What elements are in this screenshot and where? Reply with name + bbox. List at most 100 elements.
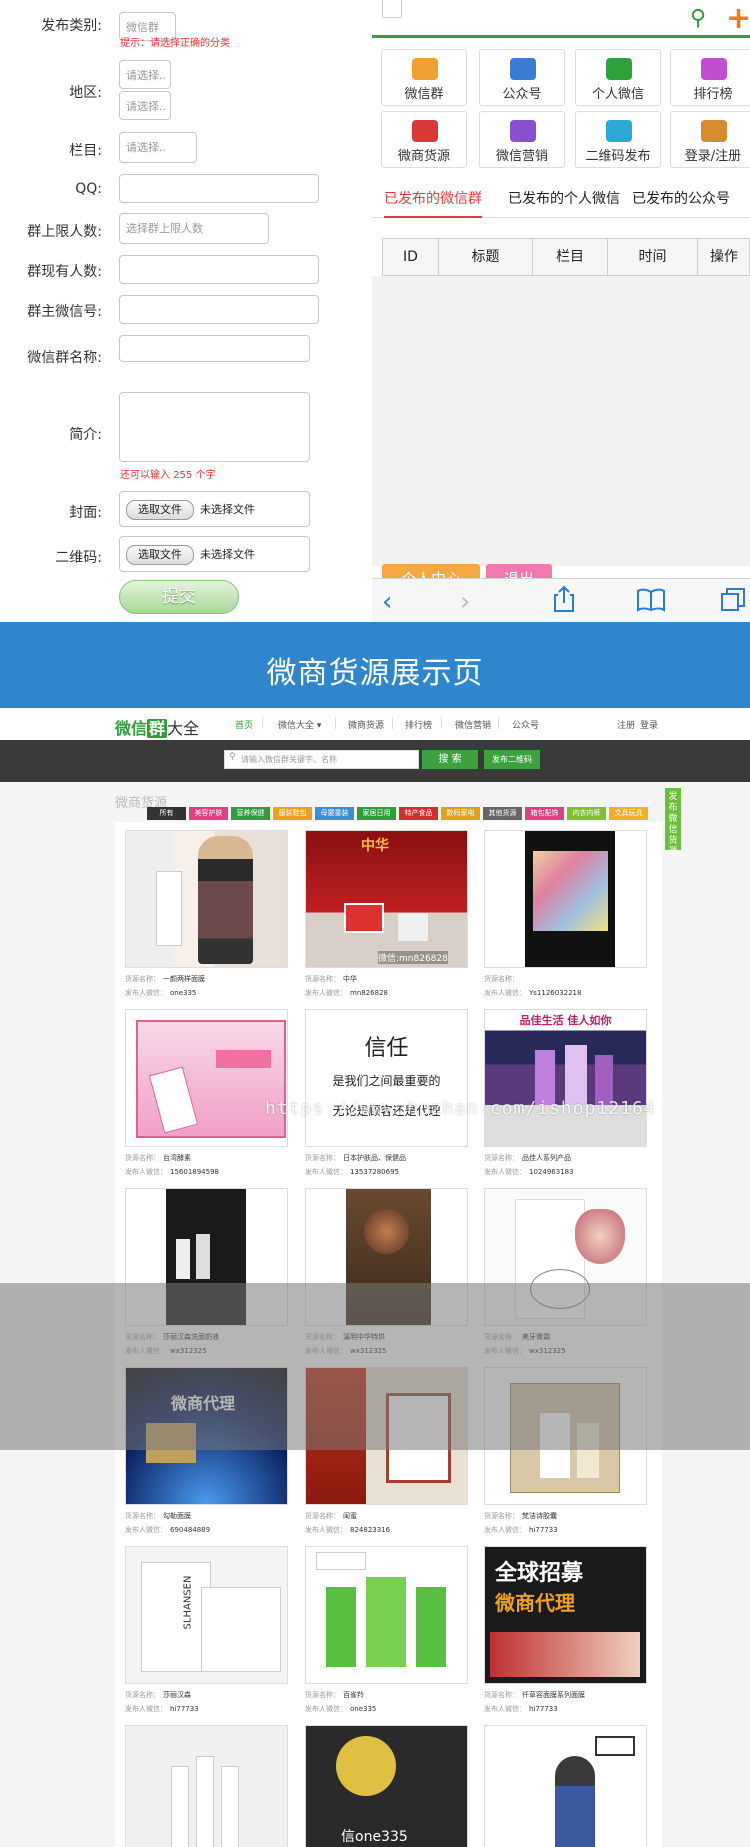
owner-wechat-input[interactable] [119, 295, 319, 324]
published-tabs: 已发布的微信群 已发布的个人微信 已发布的公众号 [372, 180, 750, 218]
site-search-input[interactable]: 请输入微信群关键字、名称 [224, 750, 419, 769]
cover-choose-file-button[interactable]: 选取文件 [126, 500, 194, 520]
category-hint: 提示：请选择正确的分类 [120, 38, 230, 49]
share-icon[interactable] [552, 585, 576, 620]
chart-icon [701, 58, 727, 80]
product-image[interactable] [125, 1725, 288, 1847]
search-icon[interactable]: ⚲ [690, 6, 706, 31]
product-card[interactable]: 信one335 [295, 1725, 468, 1847]
tab-published-official[interactable]: 已发布的公众号 [632, 180, 730, 218]
nav-ranking[interactable]: 排行榜 [405, 718, 432, 731]
add-icon[interactable]: + [726, 1, 750, 36]
mobile-member-panel: ⚲ + 微信群 公众号 个人微信 排行榜微商货源 微信营销 二维码发布 登录/注册 已发布的… [372, 0, 750, 622]
qrcode-choose-file-button[interactable]: 选取文件 [126, 545, 194, 565]
group-name-input[interactable] [119, 335, 310, 362]
publisher-wechat: 发布人微信： hi77733 [125, 1705, 199, 1713]
tile-login[interactable]: 登录/注册 [670, 111, 750, 168]
mobile-topbar: ⚲ + [372, 0, 750, 38]
nav-directory[interactable]: 微信大全 ▾ [278, 718, 321, 731]
search-icon: ⚲ [229, 752, 236, 762]
official-account-icon [510, 58, 536, 80]
category-chip[interactable]: 数码家电 [441, 807, 480, 820]
product-card[interactable]: SLHANSEN 货源名称： 莎丽汉森 发布人微信： hi77733 [115, 1546, 288, 1726]
nav-divider [392, 717, 393, 729]
publisher-wechat: 发布人微信： 15601894598 [125, 1168, 219, 1176]
product-image[interactable] [484, 1725, 647, 1847]
user-icon [701, 120, 727, 142]
col-actions: 操作 [710, 249, 738, 265]
qq-input[interactable] [119, 174, 319, 203]
limit-label: 群上限人数: [27, 224, 102, 240]
tile-marketing[interactable]: 微信营销 [479, 111, 565, 168]
product-card[interactable]: 货源名称： 百雀羚 发布人微信： one335 [295, 1546, 468, 1726]
tile-wechat-groups[interactable]: 微信群 [381, 49, 467, 106]
product-image[interactable]: 品佳生活 佳人如你 [484, 1009, 647, 1147]
tile-suppliers[interactable]: 微商货源 [381, 111, 467, 168]
province-select[interactable]: 请选择.. [119, 60, 171, 89]
product-card[interactable] [115, 1725, 288, 1847]
product-image[interactable] [305, 1546, 468, 1684]
product-card[interactable] [474, 1725, 647, 1847]
logo-mid: 群 [147, 719, 168, 738]
bookmarks-icon[interactable] [636, 588, 666, 619]
category-chip[interactable]: 营养保健 [231, 807, 270, 820]
product-card[interactable]: 货源名称： 发布人微信： Ys1126032218 [474, 830, 647, 1010]
published-table-header: ID 标题 栏目 时间 操作 [382, 238, 750, 276]
product-card[interactable]: 货源名称： 一颜两样面膜 发布人微信： one335 [115, 830, 288, 1010]
product-image[interactable]: 信任 是我们之间最重要的 无论是顾客还是代理 [305, 1009, 468, 1147]
product-image[interactable]: SLHANSEN [125, 1546, 288, 1684]
tabs-icon[interactable] [720, 587, 746, 620]
publisher-wechat: 发布人微信： one335 [305, 1705, 377, 1713]
publish-qrcode-button[interactable]: 发布二维码 [484, 750, 540, 769]
category-chip[interactable]: 所有 [147, 807, 186, 820]
category-chip[interactable]: 内衣内裤 [567, 807, 606, 820]
site-logo[interactable]: 微信群大全 [115, 715, 199, 739]
product-image[interactable]: 全球招募 微商代理 [484, 1546, 647, 1684]
category-chip[interactable]: 特产食品 [399, 807, 438, 820]
supplier-showcase-page: 微信群大全 首页 微信大全 ▾ 微商货源 排行榜 微信营销 公众号 注册 登录 … [0, 708, 750, 1847]
category-chip[interactable]: 箱包配饰 [525, 807, 564, 820]
tile-official[interactable]: 公众号 [479, 49, 565, 106]
site-search-button[interactable]: 搜 索 [422, 750, 478, 769]
category-chip[interactable]: 家居日用 [357, 807, 396, 820]
back-icon[interactable]: ‹ [382, 587, 392, 617]
tab-published-groups[interactable]: 已发布的微信群 [384, 180, 482, 218]
current-label: 群现有人数: [27, 264, 102, 280]
category-chip[interactable]: 母婴童装 [315, 807, 354, 820]
product-card[interactable]: 货源名称： 台湾酵素 发布人微信： 15601894598 [115, 1009, 288, 1189]
tile-qrcode[interactable]: 二维码发布 [575, 111, 661, 168]
chat-icon [606, 58, 632, 80]
qrcode-label: 二维码: [55, 550, 102, 566]
publish-supplier-side-tab[interactable]: 发布微信货源 [665, 788, 681, 857]
nav-register[interactable]: 注册 [617, 718, 635, 731]
nav-suppliers[interactable]: 微商货源 [348, 718, 384, 731]
product-card[interactable]: 中华 微信:mn826828 货源名称： 中华 发布人微信： mn826828 [295, 830, 468, 1010]
product-image[interactable] [125, 830, 288, 968]
intro-textarea[interactable] [119, 392, 310, 462]
menu-icon[interactable] [382, 0, 402, 18]
submit-button[interactable]: 提交 [119, 580, 239, 614]
category-chip[interactable]: 服装鞋包 [273, 807, 312, 820]
tile-personal[interactable]: 个人微信 [575, 49, 661, 106]
region-label: 地区: [69, 85, 102, 101]
product-image[interactable] [484, 830, 647, 968]
product-image[interactable]: 中华 微信:mn826828 [305, 830, 468, 968]
city-select[interactable]: 请选择.. [119, 91, 171, 120]
column-select[interactable]: 请选择.. [119, 132, 197, 163]
nav-official[interactable]: 公众号 [512, 718, 539, 731]
nav-home[interactable]: 首页 [235, 718, 253, 731]
tab-published-personal[interactable]: 已发布的个人微信 [508, 180, 620, 218]
category-chip[interactable]: 其他货源 [483, 807, 522, 820]
category-chip[interactable]: 美容护肤 [189, 807, 228, 820]
product-card[interactable]: 全球招募 微商代理 货源名称： 仟草容面膜系列面膜 发布人微信： hi77733 [474, 1546, 647, 1726]
product-image[interactable]: 信one335 [305, 1725, 468, 1847]
product-image[interactable] [125, 1009, 288, 1147]
nav-login[interactable]: 登录 [640, 718, 658, 731]
category-chip[interactable]: 文具玩具 [609, 807, 648, 820]
forward-icon[interactable]: › [460, 587, 470, 617]
current-count-input[interactable] [119, 255, 319, 284]
limit-select[interactable]: 选择群上限人数 [119, 213, 269, 244]
publisher-wechat: 发布人微信： hi77733 [484, 1526, 558, 1534]
tile-ranking[interactable]: 排行榜 [670, 49, 750, 106]
nav-marketing[interactable]: 微信营销 [455, 718, 491, 731]
